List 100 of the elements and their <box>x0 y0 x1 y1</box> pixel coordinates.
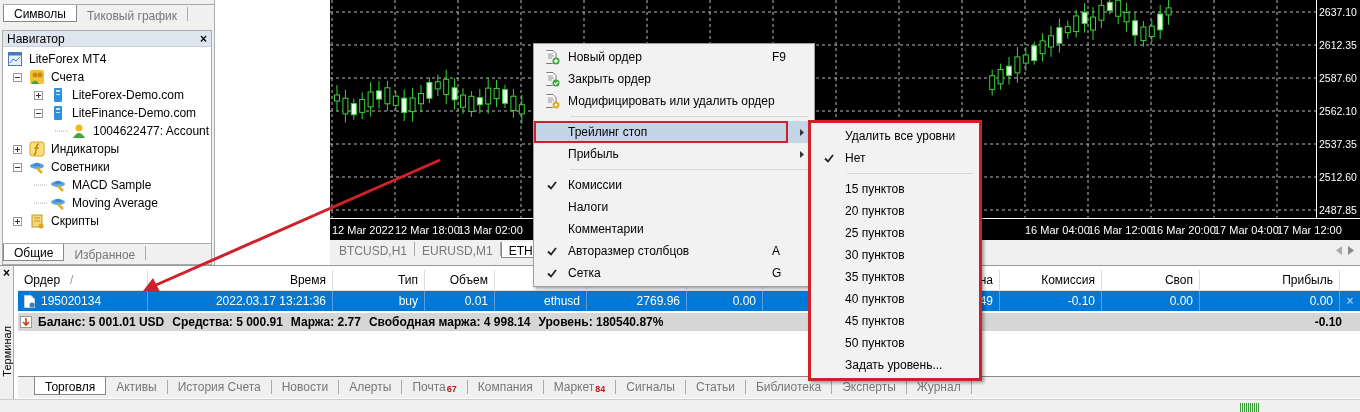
menu-item[interactable]: Закрыть ордер <box>536 68 812 90</box>
menu-item[interactable]: 30 пунктов <box>813 244 977 266</box>
document-icon <box>544 49 560 65</box>
menu-item[interactable]: Удалить все уровни <box>813 125 977 147</box>
column-header[interactable]: Своп <box>1164 273 1193 287</box>
menu-item[interactable]: 45 пунктов <box>813 310 977 332</box>
terminal-tab[interactable]: История Счета <box>167 380 272 394</box>
terminal-tab[interactable]: Статьи <box>686 380 746 394</box>
document-icon <box>24 294 35 308</box>
menu-item[interactable]: Сетка G <box>536 262 812 284</box>
terminal-tab[interactable]: Активы <box>106 380 168 394</box>
time-label: 13 Mar 02:00 <box>458 223 521 236</box>
price-label: 2637.10 <box>1319 6 1357 18</box>
table-cell: -0.10 <box>1067 294 1095 308</box>
down-arrow-icon <box>20 316 32 328</box>
tree-item[interactable]: 1004622477: Account <box>93 124 210 138</box>
price-label: 2512.60 <box>1319 171 1357 183</box>
menu-item[interactable]: Налоги <box>536 196 812 218</box>
collapse-icon[interactable] <box>34 108 43 118</box>
menu-item[interactable]: Нет <box>813 147 977 169</box>
menu-item[interactable]: 20 пунктов <box>813 200 977 222</box>
candlestick <box>418 84 424 113</box>
time-label: 12 Mar 18:00 <box>395 223 458 236</box>
scroll-right-icon[interactable] <box>1348 246 1354 255</box>
terminal-tab[interactable]: Алерты <box>339 380 403 394</box>
menu-item[interactable]: Комиссии <box>536 174 812 196</box>
table-cell: 0.00 <box>1309 294 1333 308</box>
chart-tab[interactable]: BTCUSD,H1 <box>332 242 415 256</box>
panel-tab[interactable]: Тиковый график <box>76 7 189 21</box>
account-figure: Свободная маржа: 4 998.14 <box>368 315 531 329</box>
menu-item[interactable]: Задать уровень... <box>813 354 977 376</box>
candlestick <box>502 84 508 109</box>
tree-item[interactable]: Moving Average <box>72 196 158 210</box>
column-header[interactable]: Объем <box>449 273 488 287</box>
tree-item[interactable]: Скрипты <box>51 214 99 228</box>
tree-item[interactable]: Индикаторы <box>51 142 120 156</box>
submenu-arrow-icon <box>800 128 804 136</box>
candlestick <box>460 87 466 115</box>
user-icon <box>71 123 87 139</box>
panel-tab[interactable]: Общие <box>3 244 65 261</box>
menu-item[interactable]: Новый ордер F9 <box>536 46 812 68</box>
time-label: 16 Mar 04:00 <box>1025 223 1088 236</box>
collapse-icon[interactable] <box>13 72 22 82</box>
terminal-tab[interactable]: Сигналы <box>616 380 686 394</box>
close-button[interactable]: × <box>3 266 10 280</box>
menu-item[interactable]: 25 пунктов <box>813 222 977 244</box>
check-icon <box>824 153 834 163</box>
menu-item[interactable]: Прибыль <box>536 143 812 165</box>
tree-item[interactable]: LiteForex-Demo.com <box>72 88 185 102</box>
expand-icon[interactable] <box>13 216 22 226</box>
candlestick <box>334 84 340 112</box>
total-profit: -0.10 <box>1314 315 1342 329</box>
terminal-tab[interactable]: Компания <box>467 380 544 394</box>
tree-connector-line <box>55 130 69 132</box>
terminal-tab[interactable]: Почта67 <box>402 380 468 394</box>
tree-item[interactable]: LiteFinance-Demo.com <box>72 106 197 120</box>
price-label: 2537.35 <box>1319 138 1357 150</box>
candlestick <box>376 80 382 110</box>
panel-tab[interactable]: Избранное <box>64 246 147 260</box>
tree-item[interactable]: Счета <box>51 70 85 84</box>
price-label: 2587.60 <box>1319 72 1357 84</box>
expand-icon[interactable] <box>13 144 22 154</box>
terminal-tab[interactable]: Маркет84 <box>543 380 617 394</box>
table-cell: 2022.03.17 13:21:36 <box>215 294 326 308</box>
terminal-tab[interactable]: Новости <box>271 380 340 394</box>
table-cell: ethusd <box>543 294 580 308</box>
candlestick <box>1006 56 1012 86</box>
check-icon <box>547 180 557 190</box>
expand-icon[interactable] <box>34 90 43 100</box>
tree-item[interactable]: Советники <box>51 160 110 174</box>
table-cell-text: 195020134 <box>41 293 102 310</box>
terminal-tab[interactable]: Торговля <box>34 377 107 395</box>
menu-item[interactable]: Модифицировать или удалить ордер <box>536 90 812 112</box>
candlestick <box>1048 25 1054 58</box>
menu-item[interactable]: Комментарии <box>536 218 812 240</box>
column-header[interactable]: Ордер <box>24 273 61 287</box>
table-cell: 0.00 <box>1169 294 1193 308</box>
time-label: 17 Mar 04:00 <box>1214 223 1277 236</box>
check-icon <box>547 268 557 278</box>
menu-item[interactable]: 15 пунктов <box>813 178 977 200</box>
time-label: 16 Mar 12:00 <box>1088 223 1151 236</box>
column-header[interactable]: Прибыль <box>1282 273 1333 287</box>
chart-tab[interactable]: EURUSD,M1 <box>415 242 501 256</box>
menu-item[interactable]: 40 пунктов <box>813 288 977 310</box>
menu-item[interactable]: 35 пунктов <box>813 266 977 288</box>
menu-item[interactable]: 50 пунктов <box>813 332 977 354</box>
price-label: 2487.85 <box>1319 204 1357 216</box>
column-header[interactable]: Комиссия <box>1041 273 1095 287</box>
submenu-arrow-icon <box>800 150 804 158</box>
account-figure: Средства: 5 000.91 <box>172 315 283 329</box>
collapse-icon[interactable] <box>13 162 22 172</box>
column-header[interactable]: Тип <box>398 273 418 287</box>
column-header[interactable]: Время <box>289 273 326 287</box>
close-button[interactable]: × <box>200 31 207 46</box>
tree-item[interactable]: LiteForex MT4 <box>29 52 107 66</box>
account-figure: Маржа: 2.77 <box>290 315 361 329</box>
tree-item[interactable]: MACD Sample <box>72 178 152 192</box>
connection-bars-icon <box>1240 402 1260 412</box>
panel-tab[interactable]: Символы <box>3 5 77 22</box>
panel-title: Навигатор <box>7 31 65 46</box>
